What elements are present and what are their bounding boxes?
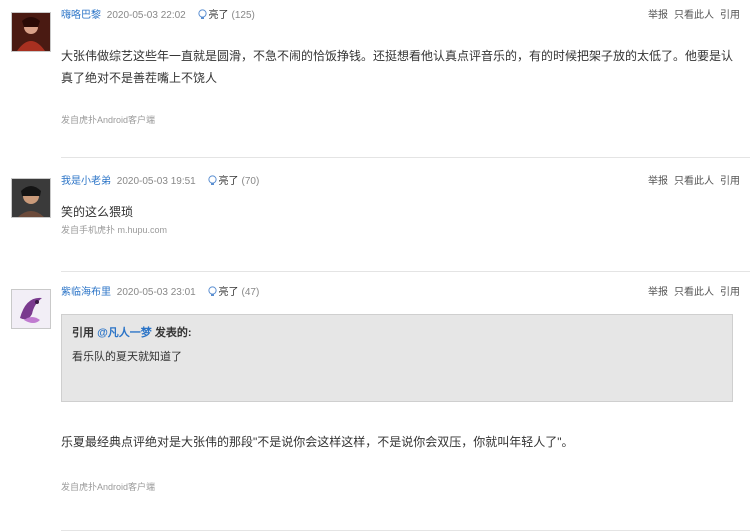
username-link[interactable]: 紫临海布里 <box>61 287 111 298</box>
lightbulb-icon <box>207 286 217 296</box>
post-meta: 嗨咯巴黎 2020-05-03 22:02 亮了 (125) <box>61 9 255 23</box>
quote-link[interactable]: 引用 <box>720 10 740 21</box>
post-source: 发自虎扑Android客户端 <box>61 115 156 125</box>
quote-link[interactable]: 引用 <box>720 287 740 298</box>
post-actions: 举报 只看此人 引用 <box>642 9 740 23</box>
light-count: (47) <box>241 287 260 298</box>
light-label: 亮了 <box>218 176 239 187</box>
user-avatar-icon <box>12 290 50 328</box>
post-1: 嗨咯巴黎 2020-05-03 22:02 亮了 (125) 举报 只看此人 引用 大… <box>0 0 750 158</box>
post-time: 2020-05-03 23:01 <box>116 287 196 298</box>
post-actions: 举报 只看此人 引用 <box>642 286 740 300</box>
light-count: (125) <box>231 10 255 21</box>
light-label: 亮了 <box>208 10 229 21</box>
post-content: 大张伟做综艺这些年一直就是圆滑，不急不闹的恰饭挣钱。还挺想看他认真点评音乐的，有… <box>61 49 734 85</box>
post-meta: 我是小老弟 2020-05-03 19:51 亮了 (70) <box>61 175 259 189</box>
quote-suffix: 发表的: <box>151 327 192 339</box>
quote-prefix: 引用 <box>72 327 98 339</box>
post-source: 发自虎扑Android客户端 <box>61 482 156 492</box>
post-divider <box>61 157 750 158</box>
user-avatar[interactable] <box>11 12 51 52</box>
user-avatar-icon <box>12 13 50 51</box>
light-button[interactable]: 亮了 (125) <box>197 9 255 21</box>
lightbulb-icon <box>207 175 217 185</box>
post-time: 2020-05-03 22:02 <box>106 10 186 21</box>
post-2: 我是小老弟 2020-05-03 19:51 亮了 (70) 举报 只看此人 引用 笑… <box>0 166 750 272</box>
quoted-user-link[interactable]: @凡人一梦 <box>97 327 152 339</box>
quote-block: 引用 @凡人一梦 发表的: 看乐队的夏天就知道了 <box>61 314 733 402</box>
post-meta: 紫临海布里 2020-05-03 23:01 亮了 (47) <box>61 286 259 300</box>
quote-link[interactable]: 引用 <box>720 176 740 187</box>
post-time: 2020-05-03 19:51 <box>116 176 196 187</box>
quote-header: 引用 @凡人一梦 发表的: <box>72 326 192 340</box>
user-avatar-icon <box>12 179 50 217</box>
post-source: 发自手机虎扑 m.hupu.com <box>61 225 168 235</box>
quote-text: 看乐队的夏天就知道了 <box>72 351 182 363</box>
light-button[interactable]: 亮了 (47) <box>207 286 260 298</box>
light-label: 亮了 <box>218 287 239 298</box>
user-avatar[interactable] <box>11 178 51 218</box>
post-actions: 举报 只看此人 引用 <box>642 175 740 189</box>
post-3: 紫临海布里 2020-05-03 23:01 亮了 (47) 举报 只看此人 引用 引… <box>0 278 750 532</box>
report-link[interactable]: 举报 <box>648 287 668 298</box>
post-content: 笑的这么猥琐 <box>61 205 134 219</box>
light-button[interactable]: 亮了 (70) <box>207 175 260 187</box>
post-divider <box>61 530 750 531</box>
report-link[interactable]: 举报 <box>648 10 668 21</box>
user-avatar[interactable] <box>11 289 51 329</box>
light-count: (70) <box>241 176 260 187</box>
username-link[interactable]: 我是小老弟 <box>61 176 111 187</box>
post-content: 乐夏最经典点评绝对是大张伟的那段"不是说你会这样这样，不是说你会双压，你就叫年轻… <box>61 435 574 449</box>
only-this-user-link[interactable]: 只看此人 <box>674 10 714 21</box>
lightbulb-icon <box>197 9 207 19</box>
report-link[interactable]: 举报 <box>648 176 668 187</box>
only-this-user-link[interactable]: 只看此人 <box>674 176 714 187</box>
username-link[interactable]: 嗨咯巴黎 <box>61 10 101 21</box>
only-this-user-link[interactable]: 只看此人 <box>674 287 714 298</box>
post-divider <box>61 271 750 272</box>
